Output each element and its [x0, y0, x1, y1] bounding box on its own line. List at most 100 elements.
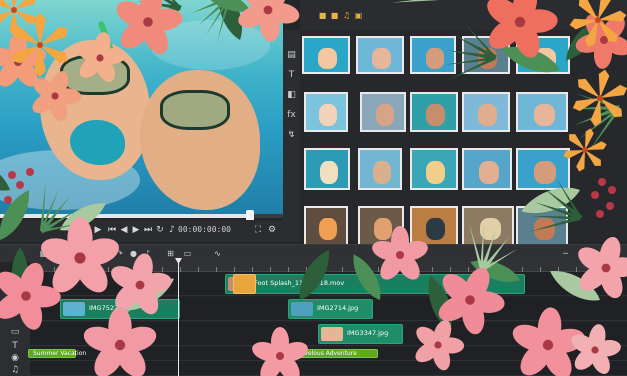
clip-label: Foot Splash_11778618.mov	[254, 279, 345, 287]
clip-foot-splash[interactable]: Foot Splash_11778618.mov	[225, 274, 525, 294]
media-thumbnail[interactable]	[304, 92, 348, 132]
overlay-track-2: IMG3347.jpg	[30, 322, 627, 346]
settings-icon[interactable]: ⚙	[266, 224, 278, 236]
thumbnail-subject	[534, 161, 556, 184]
storyboard-icon[interactable]: ▦	[38, 249, 49, 259]
clip-img2714[interactable]: IMG2714.jpg	[288, 299, 373, 319]
media-library	[300, 30, 627, 246]
dive-mask	[60, 55, 130, 95]
zoom-slider-icon[interactable]: ─	[560, 249, 571, 259]
thumbnail-subject	[320, 161, 338, 184]
music-track	[30, 361, 627, 376]
media-thumbnail[interactable]	[462, 148, 512, 190]
folder-icon[interactable]: ■	[330, 11, 339, 20]
timeline-view-icon[interactable]: ☰	[52, 249, 63, 259]
thumbnail-subject	[480, 218, 501, 240]
thumbnail-subject	[318, 48, 337, 69]
video-icon[interactable]: ▣	[354, 11, 363, 20]
scrub-progress	[0, 214, 250, 218]
media-thumbnail[interactable]	[358, 148, 402, 190]
title-track-icon[interactable]: T	[8, 340, 22, 352]
overlay-track-icon[interactable]: ▭	[8, 302, 22, 314]
fullscreen-icon[interactable]: ⛶	[252, 224, 264, 236]
clip-label: IMG7522.jpg	[89, 304, 131, 312]
transport-bar: ▶ ⏮ ◀ ▶ ⏭ ↻ ♪ ⛶ ⚙	[0, 220, 283, 242]
undo-icon[interactable]: ↶	[100, 249, 111, 259]
library-sidebar: ▤ T ◧ fx ↯	[283, 30, 300, 242]
thumbnail-subject	[426, 218, 445, 240]
grid-icon[interactable]: ⊞	[165, 249, 176, 259]
title-clip-adventure[interactable]: Marvelous Adventure	[288, 349, 378, 358]
media-thumbnail[interactable]	[302, 36, 350, 74]
clip-img7522[interactable]: IMG7522.jpg	[60, 299, 180, 319]
media-thumbnail[interactable]	[516, 206, 568, 246]
redo-icon[interactable]: ↷	[114, 249, 125, 259]
media-thumbnail[interactable]	[410, 148, 458, 190]
transition-marker[interactable]	[233, 274, 256, 294]
media-thumbnail[interactable]	[462, 36, 510, 74]
folder-icon[interactable]: ■	[318, 11, 327, 20]
music-track-icon[interactable]: ♫	[8, 364, 22, 376]
thumbnail-subject	[319, 218, 337, 240]
media-thumbnail[interactable]	[410, 36, 456, 74]
clip-label: Marvelous Adventure	[293, 350, 357, 357]
volume-icon[interactable]: ♪	[166, 224, 178, 236]
clip-label: Summer Vacation	[33, 350, 87, 357]
thumbnail-subject	[479, 161, 499, 184]
timeline-ruler[interactable]	[30, 262, 627, 272]
title-icon[interactable]: T	[286, 70, 297, 81]
media-thumbnail[interactable]	[462, 206, 514, 246]
prev-frame-icon[interactable]: ◀	[118, 224, 130, 236]
media-thumbnail[interactable]	[304, 206, 348, 246]
motion-icon[interactable]: ∿	[212, 249, 223, 259]
record-icon[interactable]: ●	[128, 249, 139, 259]
video-track-icon[interactable]: ▭	[8, 278, 22, 290]
timecode: 00:00:00:00	[178, 225, 231, 234]
media-thumbnail[interactable]	[410, 206, 458, 246]
clip-img3347[interactable]: IMG3347.jpg	[318, 324, 403, 344]
path-icon[interactable]: ↯	[286, 130, 297, 141]
video-editor-window: ▶ ⏮ ◀ ▶ ⏭ ↻ ♪ ⛶ ⚙ 00:00:00:00 ■ ■ ♫ ▣ ▤ …	[0, 0, 627, 376]
thumbnail-subject	[374, 218, 392, 240]
video-track: Foot Splash_11778618.mov	[30, 272, 627, 296]
preview-player[interactable]	[0, 0, 283, 214]
media-icon[interactable]: ▤	[286, 50, 297, 61]
media-thumbnail[interactable]	[360, 92, 406, 132]
track-headers: ▭ ▭ ▭ T ◉ ♫	[0, 272, 30, 376]
media-thumbnail[interactable]	[356, 36, 404, 74]
transition-icon[interactable]: ◧	[286, 90, 297, 101]
media-thumbnail[interactable]	[410, 92, 458, 132]
subtitle-icon[interactable]: ▭	[182, 249, 193, 259]
voice-track-icon[interactable]: ◉	[8, 352, 22, 364]
media-thumbnail[interactable]	[304, 148, 350, 190]
thumbnail-subject	[426, 161, 445, 184]
play-icon[interactable]: ▶	[92, 224, 104, 236]
playhead[interactable]	[178, 258, 179, 376]
clip-thumbnail	[321, 327, 343, 341]
thumbnail-subject	[319, 104, 337, 126]
thumbnail-subject	[534, 104, 555, 126]
audio-icon[interactable]: ♫	[342, 11, 351, 20]
media-thumbnail[interactable]	[516, 148, 570, 190]
clip-label: IMG2714.jpg	[317, 304, 359, 312]
end-icon[interactable]: ⏭	[142, 224, 154, 236]
swimsuit	[70, 120, 125, 165]
media-thumbnail[interactable]	[462, 92, 510, 132]
thumbnail-subject	[426, 48, 444, 69]
home-icon[interactable]: ⏮	[106, 224, 118, 236]
audio-mixer-icon[interactable]: ♪	[142, 249, 153, 259]
thumbnail-subject	[376, 104, 394, 126]
next-frame-icon[interactable]: ▶	[130, 224, 142, 236]
title-track: Summer Vacation Marvelous Adventure	[28, 347, 627, 361]
title-clip-summer[interactable]: Summer Vacation	[28, 349, 86, 358]
fx-icon[interactable]: fx	[286, 110, 297, 121]
media-thumbnail[interactable]	[358, 206, 404, 246]
repeat-icon[interactable]: ↻	[154, 224, 166, 236]
media-thumbnail[interactable]	[516, 92, 568, 132]
media-thumbnail[interactable]	[516, 36, 570, 74]
dive-mask	[160, 90, 230, 130]
thumbnail-subject	[478, 48, 497, 69]
overlay-track-icon[interactable]: ▭	[8, 326, 22, 338]
clip-thumbnail	[63, 302, 85, 316]
thumbnail-subject	[534, 218, 555, 240]
